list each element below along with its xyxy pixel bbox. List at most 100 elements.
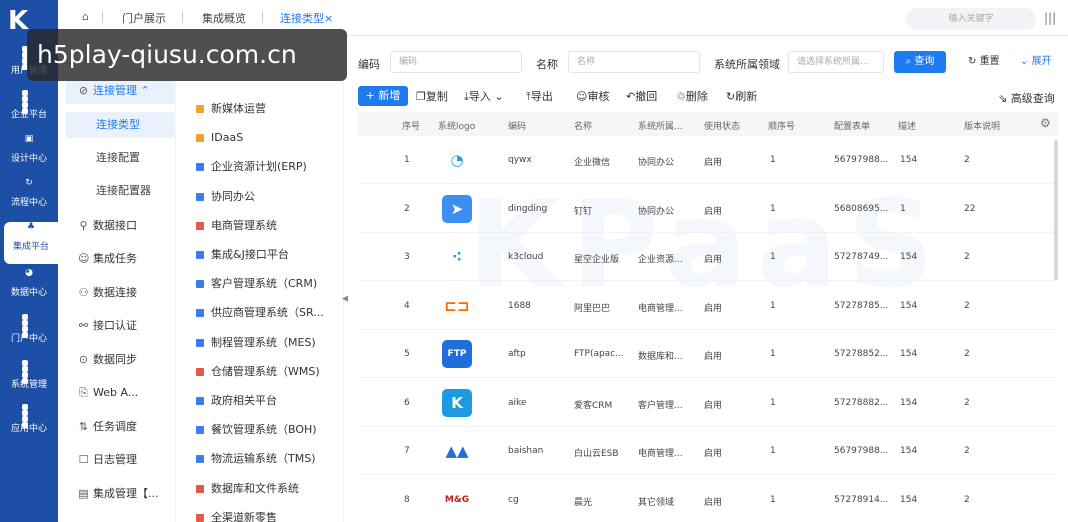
- subnav-connection-configurator[interactable]: 连接配置器: [66, 178, 174, 204]
- table-row[interactable]: ▲▲ 7 baishan 白山云ESB 电商管理... 启用 1 56797988... 154…: [358, 427, 1058, 475]
- undo-icon: ↶: [626, 90, 636, 103]
- rail-item-label: 企业平台: [10, 110, 47, 120]
- table-row[interactable]: M&G 8 cg 晨光 其它领域 启用 1 57278914... 154 2: [358, 476, 1058, 522]
- category-icon: [196, 221, 204, 230]
- category-item[interactable]: 餐饮管理系统（BOH): [196, 419, 344, 441]
- category-item[interactable]: IDaaS: [196, 127, 344, 149]
- tab-overview[interactable]: 集成概览: [202, 10, 246, 26]
- category-item[interactable]: 企业资源计划(ERP): [196, 156, 344, 178]
- subnav-web-api[interactable]: ⎘ Web A...: [66, 380, 174, 406]
- table-row[interactable]: ➤ 2 dingding 钉钉 协同办公 启用 1 56808695... 1 22: [358, 185, 1058, 233]
- category-item[interactable]: 电商管理系统: [196, 215, 344, 237]
- subnav-task-schedule[interactable]: ⇅ 任务调度: [66, 414, 174, 440]
- rail-item-system[interactable]: 系统管理: [0, 360, 58, 402]
- table-scrollbar[interactable]: [1054, 140, 1058, 280]
- chevron-down-icon: ⌄: [490, 90, 504, 103]
- rail-item-data[interactable]: ◕ 数据中心: [0, 268, 58, 310]
- subnav-label: 数据接口: [93, 219, 137, 232]
- category-item[interactable]: 数据库和文件系统: [196, 478, 344, 500]
- table-row[interactable]: K 6 aike 爱客CRM 客户管理... 启用 1 57278882... 154 2: [358, 379, 1058, 427]
- cell-ver: 2: [964, 446, 970, 456]
- rail-item-flow[interactable]: ↻ 流程中心: [0, 178, 58, 220]
- th-version: 版本说明: [964, 122, 1001, 132]
- category-label: 全渠道新零售: [211, 510, 277, 522]
- subnav-label: 连接管理: [93, 84, 137, 97]
- cell-form: 57278749...: [834, 252, 889, 262]
- cell-form: 57278882...: [834, 397, 889, 408]
- audit-button[interactable]: ☺审核: [576, 88, 609, 104]
- ftp-logo: FTP: [442, 340, 472, 368]
- audit-icon: ☺: [576, 90, 588, 103]
- name-input[interactable]: 名称: [568, 51, 700, 73]
- category-icon: [196, 280, 204, 289]
- menu-icon[interactable]: |||: [1044, 11, 1056, 25]
- category-item[interactable]: 物流运输系统（TMS): [196, 448, 344, 470]
- cell-name: FTP(apac...: [574, 349, 624, 359]
- category-item[interactable]: 集成&J接口平台: [196, 244, 344, 266]
- rail-item-integration[interactable]: ♣ 集成平台: [4, 222, 58, 264]
- gear-icon[interactable]: ⚙: [1040, 116, 1051, 130]
- new-button[interactable]: + 新增: [358, 86, 408, 106]
- rail-item-label: 集成平台: [12, 242, 49, 252]
- category-label: 企业资源计划(ERP): [211, 160, 307, 174]
- table-row[interactable]: ◔ 1 qywx 企业微信 协同办公 启用 1 56797988... 154 2: [358, 136, 1058, 184]
- subnav-data-sync[interactable]: ⊙ 数据同步: [66, 347, 174, 373]
- global-search-input[interactable]: 输入关键字: [906, 8, 1036, 30]
- cell-desc: 1: [900, 203, 906, 214]
- subnav-data-interface[interactable]: ⚲ 数据接口: [66, 213, 174, 239]
- category-item[interactable]: 供应商管理系统（SR...: [196, 302, 344, 324]
- advanced-query-button[interactable]: ⇘ 高级查询: [998, 90, 1055, 106]
- cell-name: 晨光: [574, 497, 593, 508]
- subnav-log-mgmt[interactable]: ☐ 日志管理: [66, 447, 174, 473]
- table-row[interactable]: FTP 5 aftp FTP(apac... 数据库和... 启用 1 57278852...…: [358, 330, 1058, 378]
- domain-select[interactable]: 请选择系统所属...: [788, 51, 884, 73]
- subnav-connection-type[interactable]: 连接类型: [66, 112, 174, 138]
- grid-icon: [22, 314, 36, 338]
- th-logo: 系统logo: [438, 122, 476, 132]
- withdraw-button[interactable]: ↶撤回: [626, 88, 657, 104]
- category-item[interactable]: 制程管理系统（MES): [196, 332, 344, 354]
- category-item[interactable]: 协同办公: [196, 186, 344, 208]
- subnav-integration-task[interactable]: ☺ 集成任务: [66, 246, 174, 272]
- copy-button[interactable]: ❐复制: [416, 88, 448, 104]
- cell-order: 1: [770, 349, 776, 359]
- tab-portal[interactable]: 门户展示: [122, 10, 166, 26]
- expand-button[interactable]: ⌄ 展开: [1020, 52, 1052, 67]
- subnav-interface-auth[interactable]: ⚯ 接口认证: [66, 313, 174, 339]
- aike-logo: K: [442, 388, 472, 417]
- code-input[interactable]: 编码: [390, 51, 522, 73]
- cell-domain: 协同办公: [638, 158, 675, 168]
- rail-item-design[interactable]: ▣ 设计中心: [0, 134, 58, 176]
- category-item[interactable]: 全渠道新零售: [196, 507, 344, 522]
- rail-item-app[interactable]: 应用中心: [0, 404, 58, 446]
- audit-label: 审核: [587, 90, 610, 103]
- cell-domain: 电商管理...: [638, 303, 683, 314]
- reset-label: 重置: [979, 56, 1000, 67]
- category-item[interactable]: 仓储管理系统（WMS): [196, 361, 344, 383]
- subnav-connection-mgmt[interactable]: ⊘ 连接管理 ⌃: [66, 78, 174, 104]
- query-button[interactable]: ⌕ 查询: [894, 51, 946, 73]
- rail-item-enterprise[interactable]: 企业平台: [0, 90, 58, 132]
- subnav-label: 集成任务: [93, 252, 137, 265]
- reset-button[interactable]: ↻ 重置: [968, 52, 1000, 67]
- table-row[interactable]: ⊏⊐ 4 1688 阿里巴巴 电商管理... 启用 1 57278785... 154 2: [358, 282, 1058, 330]
- cell-status: 启用: [704, 497, 723, 508]
- export-button[interactable]: ⤒导出: [526, 88, 553, 104]
- table-row[interactable]: ⁖ 3 k3cloud 星空企业版 企业资源... 启用 1 57278749... 154 2: [358, 233, 1058, 281]
- subnav-data-connection[interactable]: ⚇ 数据连接: [66, 280, 174, 306]
- rail-item-portal[interactable]: 门户中心: [0, 314, 58, 356]
- subnav-label: 集成管理【...: [93, 487, 159, 500]
- th-name: 名称: [574, 122, 593, 132]
- category-item[interactable]: 客户管理系统（CRM): [196, 273, 344, 295]
- category-item[interactable]: 政府相关平台: [196, 390, 344, 412]
- th-domain: 系统所属...: [638, 122, 683, 132]
- subnav-integration-mgmt[interactable]: ▤ 集成管理【...: [66, 481, 174, 507]
- home-icon[interactable]: ⌂: [82, 10, 89, 23]
- import-button[interactable]: ⤓导入 ⌄: [464, 88, 504, 104]
- sync-icon: ⊙: [78, 353, 89, 366]
- delete-button[interactable]: ♲删除: [676, 88, 708, 104]
- tab-connection-type[interactable]: 连接类型×: [280, 10, 333, 26]
- category-item[interactable]: 新媒体运营: [196, 98, 344, 120]
- subnav-connection-config[interactable]: 连接配置: [66, 145, 174, 171]
- refresh-button[interactable]: ↻刷新: [726, 88, 757, 104]
